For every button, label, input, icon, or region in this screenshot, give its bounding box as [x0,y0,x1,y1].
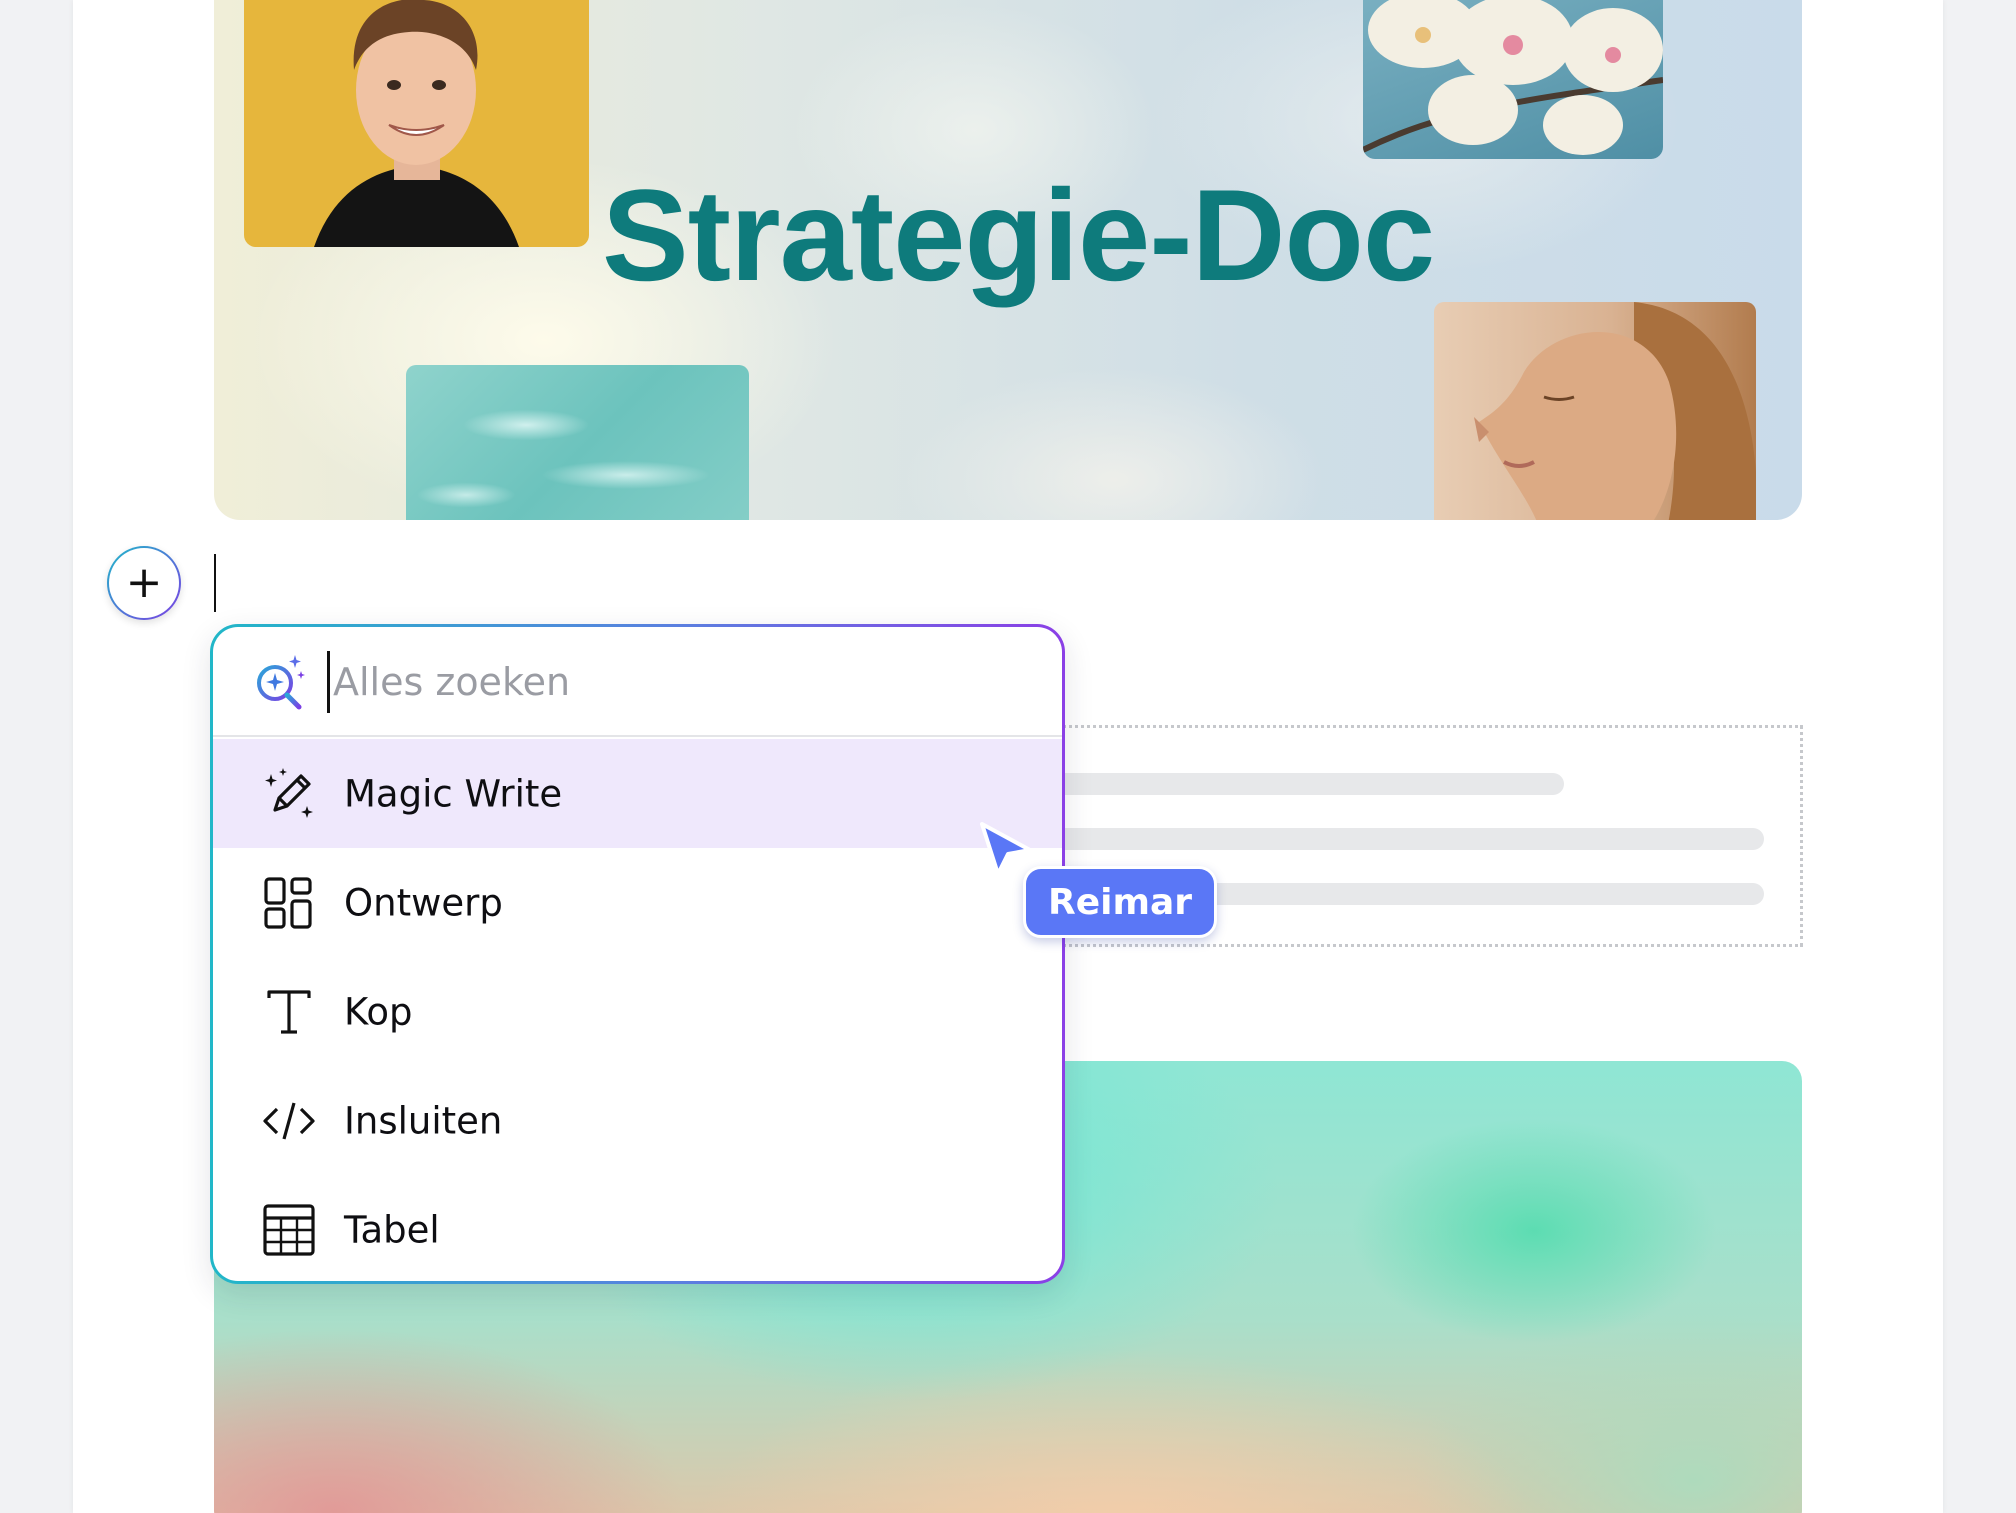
table-icon [261,1202,317,1258]
collaborator-cursor-icon [980,822,1032,876]
plus-icon: + [125,557,163,608]
hero-banner[interactable]: Strategie-Doc [214,0,1802,520]
menu-item-ontwerp[interactable]: Ontwerp [213,848,1062,957]
text-caret [214,554,216,612]
photo-man-portrait[interactable] [244,0,589,247]
design-grid-icon [261,875,317,931]
photo-orchids[interactable] [1363,0,1663,159]
document-title[interactable]: Strategie-Doc [602,160,1435,310]
menu-item-tabel[interactable]: Tabel [213,1175,1062,1281]
skeleton-line [1046,828,1764,850]
orchid-image [1363,0,1663,155]
menu-item-label: Tabel [344,1208,440,1251]
search-input[interactable] [333,649,933,715]
menu-item-label: Kop [344,990,413,1033]
magic-search-icon [257,655,305,710]
embed-code-icon [261,1093,317,1149]
photo-water-surface[interactable] [406,365,749,520]
magic-pencil-icon [261,766,317,822]
add-block-button[interactable]: + [107,546,181,620]
search-caret [327,651,330,713]
menu-item-label: Magic Write [344,772,563,815]
man-portrait-image [314,0,519,247]
collaborator-name-tag: Reimar [1023,866,1218,938]
photo-woman-portrait[interactable] [1434,302,1756,520]
menu-item-label: Ontwerp [344,881,503,924]
skeleton-line [1046,773,1564,795]
heading-t-icon [261,984,317,1040]
menu-item-magic-write[interactable]: Magic Write [213,739,1062,848]
menu-search-row [213,627,1062,737]
menu-item-insluiten[interactable]: Insluiten [213,1066,1062,1175]
menu-item-label: Insluiten [344,1099,503,1142]
menu-item-kop[interactable]: Kop [213,957,1062,1066]
woman-portrait-image [1474,302,1756,520]
insert-menu: Magic Write Ontwerp Kop [210,624,1065,1284]
